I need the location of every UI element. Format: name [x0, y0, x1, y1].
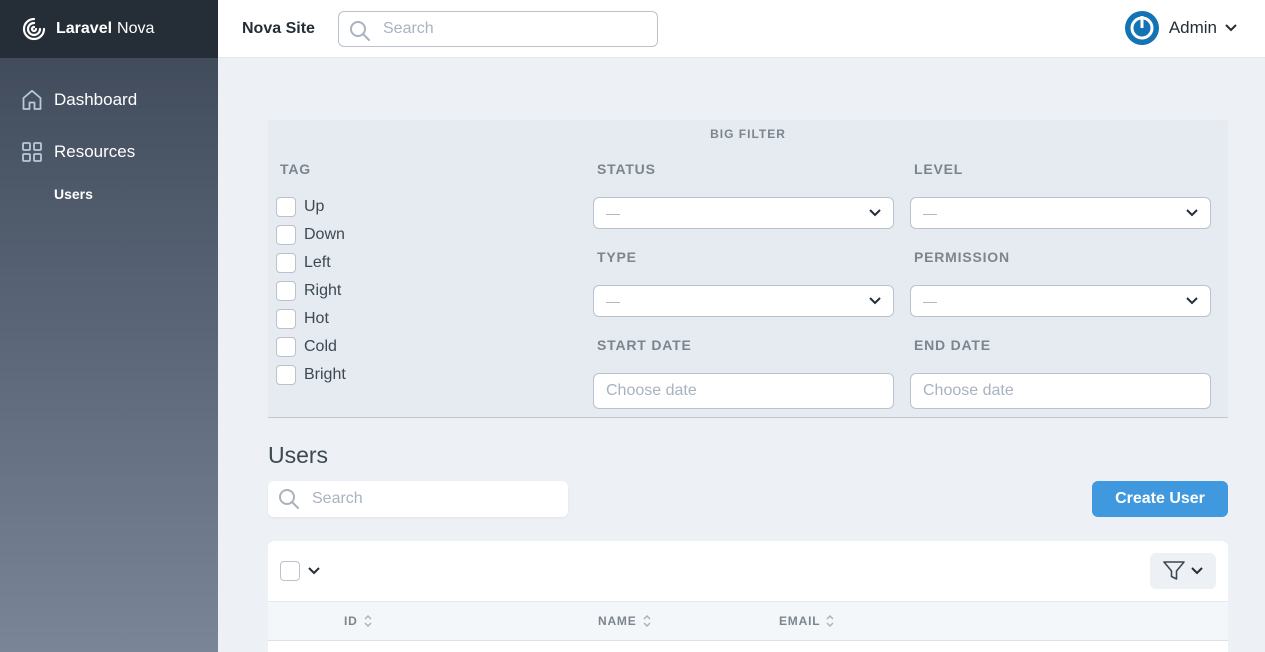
sidebar: Laravel Nova Dashboard Resources Users	[0, 0, 218, 652]
select-all-checkbox[interactable]	[280, 561, 300, 581]
level-select[interactable]: —	[910, 197, 1211, 229]
permission-select-value: —	[923, 293, 937, 309]
brand-name-bold: Laravel	[56, 20, 113, 37]
chevron-down-icon	[1186, 209, 1198, 217]
sidebar-item-label: Resources	[54, 142, 136, 161]
sidebar-item-users[interactable]: Users	[0, 186, 93, 202]
sort-icon	[826, 614, 834, 628]
start-date-label: START DATE	[597, 337, 692, 353]
tag-option-left[interactable]: Left	[276, 253, 331, 273]
resource-search-input[interactable]	[268, 481, 568, 517]
type-filter-label: TYPE	[597, 249, 637, 265]
filter-dropdown-button[interactable]	[1150, 553, 1216, 589]
tag-option-up[interactable]: Up	[276, 197, 324, 217]
end-date-label: END DATE	[914, 337, 991, 353]
tag-option-right[interactable]: Right	[276, 281, 341, 301]
column-header-name[interactable]: NAME	[598, 614, 651, 628]
checkbox[interactable]	[276, 309, 296, 329]
avatar	[1124, 11, 1159, 45]
tag-filter-label: TAG	[280, 161, 311, 177]
global-search-input[interactable]	[339, 11, 657, 46]
user-menu[interactable]: Admin	[1124, 11, 1237, 45]
permission-select[interactable]: —	[910, 285, 1211, 317]
column-header-id[interactable]: ID	[344, 614, 372, 628]
end-date-input[interactable]: Choose date	[910, 373, 1211, 409]
tag-option-label: Up	[304, 198, 325, 215]
chevron-down-icon[interactable]	[308, 567, 320, 575]
tag-option-hot[interactable]: Hot	[276, 309, 329, 329]
user-name: Admin	[1168, 18, 1217, 37]
chevron-down-icon	[1191, 567, 1203, 575]
resource-table-card: ID NAME EMAIL	[268, 541, 1228, 652]
table-header: ID NAME EMAIL	[268, 601, 1228, 641]
sidebar-item-resources[interactable]: Resources	[0, 139, 135, 165]
tag-option-label: Bright	[304, 366, 346, 383]
permission-filter-label: PERMISSION	[914, 249, 1010, 265]
start-date-placeholder: Choose date	[606, 382, 697, 399]
brand-name-rest: Nova	[117, 20, 155, 37]
end-date-placeholder: Choose date	[923, 382, 1014, 399]
chevron-down-icon	[1186, 297, 1198, 305]
status-filter-label: STATUS	[597, 161, 656, 177]
tag-option-label: Down	[304, 226, 345, 243]
select-all-control[interactable]	[280, 561, 320, 581]
create-user-button[interactable]: Create User	[1092, 481, 1228, 517]
global-search[interactable]	[338, 10, 658, 47]
column-label: NAME	[598, 614, 637, 628]
tag-option-label: Cold	[304, 338, 337, 355]
nova-logo-icon	[22, 17, 46, 41]
tag-option-label: Left	[304, 254, 331, 271]
resource-search[interactable]	[268, 481, 568, 517]
column-header-email[interactable]: EMAIL	[779, 614, 834, 628]
type-select-value: —	[606, 293, 620, 309]
column-label: ID	[344, 614, 358, 628]
checkbox[interactable]	[276, 225, 296, 245]
level-filter-label: LEVEL	[914, 161, 964, 177]
column-label: EMAIL	[779, 614, 821, 628]
sidebar-item-label: Dashboard	[54, 90, 138, 109]
filter-title: BIG FILTER	[710, 127, 786, 141]
filter-icon	[1163, 561, 1185, 580]
chevron-down-icon	[869, 297, 881, 305]
checkbox[interactable]	[276, 253, 296, 273]
tag-option-cold[interactable]: Cold	[276, 337, 337, 357]
checkbox[interactable]	[276, 337, 296, 357]
level-select-value: —	[923, 205, 937, 221]
start-date-input[interactable]: Choose date	[593, 373, 894, 409]
page-title: Users	[268, 442, 329, 468]
sort-icon	[364, 614, 372, 628]
search-icon	[279, 489, 299, 509]
grid-icon	[22, 142, 42, 162]
checkbox[interactable]	[276, 281, 296, 301]
tag-option-label: Right	[304, 282, 342, 299]
status-select-value: —	[606, 205, 620, 221]
home-icon	[22, 89, 42, 110]
tag-option-bright[interactable]: Bright	[276, 365, 346, 385]
checkbox[interactable]	[276, 365, 296, 385]
tag-option-down[interactable]: Down	[276, 225, 345, 245]
top-header: Nova Site Admin	[218, 0, 1265, 58]
search-icon	[350, 20, 370, 41]
status-select[interactable]: —	[593, 197, 894, 229]
site-name[interactable]: Nova Site	[242, 20, 338, 38]
type-select[interactable]: —	[593, 285, 894, 317]
big-filter-panel: BIG FILTER TAG Up Down Left Right Hot Co…	[268, 120, 1228, 418]
chevron-down-icon	[1225, 24, 1237, 32]
brand-logo[interactable]: Laravel Nova	[0, 0, 218, 58]
tag-option-label: Hot	[304, 310, 329, 327]
chevron-down-icon	[869, 209, 881, 217]
sort-icon	[643, 614, 651, 628]
sidebar-item-dashboard[interactable]: Dashboard	[0, 87, 137, 113]
checkbox[interactable]	[276, 197, 296, 217]
